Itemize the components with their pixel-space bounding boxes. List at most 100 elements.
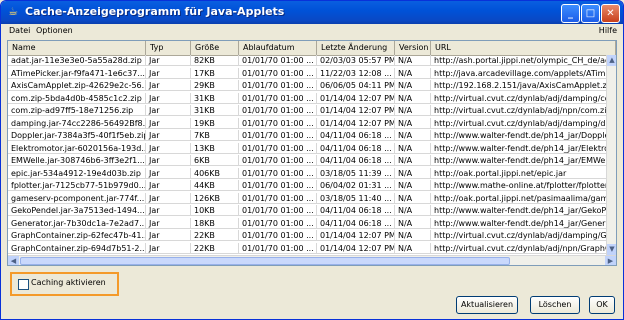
scroll-down-icon[interactable]: ▼	[607, 244, 616, 255]
table-row[interactable]: damping.jar-74cc2286-56492Bf8... Jar 19KB 0…	[8, 117, 616, 129]
table-cell: 01/01/70 01:00 ...	[239, 230, 317, 241]
menu-bar: Datei Optionen Hilfe	[1, 24, 623, 39]
table-cell: 01/01/70 01:00 ...	[239, 142, 317, 154]
table-cell: fplotter.jar-7125cb77-51b979d0...	[8, 180, 146, 191]
table-row[interactable]: gameserv-pcomponent.jar-774f... Jar 126KB 0…	[8, 192, 616, 204]
table-cell: http://oak.portal.jippi.net/epic.jar	[431, 167, 616, 179]
table-cell: http://oak.portal.jippi.net/pasimaalima/…	[431, 192, 616, 204]
table-cell: 03/18/05 11:39 ...	[317, 167, 395, 179]
table-cell: 406KB	[191, 167, 239, 179]
table-cell: GraphContainer.zip-694d7b51-2...	[8, 242, 146, 254]
table-cell: Jar	[146, 192, 191, 204]
table-cell: http://virtual.cvut.cz/dynlab/adj/npn/Gr…	[431, 242, 616, 254]
table-cell: epic.jar-534a4912-19e4d03b.zip	[8, 167, 146, 179]
table-cell: http://www.walter-fendt.de/ph14_jar/Dopp…	[431, 130, 616, 141]
column-header[interactable]: Letzte Änderung	[317, 41, 395, 55]
table-row[interactable]: Generator.jar-7b30dc1a-7e2ad7... Jar 18KB 0…	[8, 217, 616, 229]
scroll-up-icon[interactable]: ▲	[607, 55, 616, 66]
table-cell: 01/01/70 01:00 ...	[239, 130, 317, 141]
table-cell: 22KB	[191, 242, 239, 254]
table-row[interactable]: GekoPendel.jar-3a7513ed-1494... Jar 10KB 01…	[8, 205, 616, 216]
table-cell: GekoPendel.jar-3a7513ed-1494...	[8, 205, 146, 216]
table-cell: N/A	[395, 105, 431, 116]
table-cell: 126KB	[191, 192, 239, 204]
table-cell: N/A	[395, 130, 431, 141]
table-cell: 44KB	[191, 180, 239, 191]
table-row[interactable]: com.zip-5bda4d0b-4585c1c2.zip Jar 31KB 01/0…	[8, 92, 616, 104]
column-header[interactable]: Ablaufdatum	[239, 41, 317, 55]
table-row[interactable]: epic.jar-534a4912-19e4d03b.zip Jar 406KB 01…	[8, 167, 616, 179]
table-row[interactable]: ATimePicker.jar-f9fa471-1e6c37... Jar 17KB…	[8, 67, 616, 79]
table-cell: Jar	[146, 80, 191, 91]
table-cell: Jar	[146, 167, 191, 179]
table-row[interactable]: AxisCamApplet.zip-42629e2c-56... Jar 29KB 0…	[8, 80, 616, 91]
table-cell: 02/03/03 05:57 PM	[317, 55, 395, 66]
table-cell: 03/18/05 11:40 ...	[317, 192, 395, 204]
column-header[interactable]: Version	[395, 41, 431, 55]
table-row[interactable]: GraphContainer.zip-694d7b51-2... Jar 22KB 0…	[8, 242, 616, 254]
table-cell: 01/14/04 12:07 PM	[317, 92, 395, 104]
scroll-left-icon[interactable]: ◀	[8, 256, 19, 265]
column-header[interactable]: Typ	[146, 41, 191, 55]
table-cell: http://192.168.2.151/java/AxisCamApplet.…	[431, 80, 616, 91]
table-cell: 04/11/04 06:18 ...	[317, 155, 395, 166]
column-header[interactable]: Größe	[191, 41, 239, 55]
refresh-button[interactable]: Aktualisieren	[456, 296, 518, 314]
menu-help[interactable]: Hilfe	[599, 26, 617, 35]
vertical-scrollbar[interactable]: ▲ ▼	[606, 55, 616, 255]
table-cell: Jar	[146, 105, 191, 116]
table-cell: Doppler.jar-7384a3f5-40f1f5eb.zip	[8, 130, 146, 141]
table-cell: Elektromotor.jar-6020156a-193d...	[8, 142, 146, 154]
scroll-thumb[interactable]	[20, 257, 510, 265]
table-cell: com.zip-5bda4d0b-4585c1c2.zip	[8, 92, 146, 104]
table-row[interactable]: Elektromotor.jar-6020156a-193d... Jar 13KB…	[8, 142, 616, 154]
table-cell: N/A	[395, 205, 431, 216]
table-cell: 04/11/04 06:18 ...	[317, 130, 395, 141]
table-cell: N/A	[395, 92, 431, 104]
title-bar[interactable]: ☕ Cache-Anzeigeprogramm für Java-Applets…	[1, 1, 623, 24]
table-cell: 01/01/70 01:00 ...	[239, 180, 317, 191]
menu-options[interactable]: Optionen	[36, 26, 73, 35]
ok-button[interactable]: OK	[589, 296, 615, 314]
main-window: ☕ Cache-Anzeigeprogramm für Java-Applets…	[0, 0, 624, 320]
table-cell: gameserv-pcomponent.jar-774f...	[8, 192, 146, 204]
table-row[interactable]: Doppler.jar-7384a3f5-40f1f5eb.zip Jar 7KB 0…	[8, 130, 616, 141]
minimize-button[interactable]: _	[561, 4, 580, 23]
table-row[interactable]: fplotter.jar-7125cb77-51b979d0... Jar 44KB…	[8, 180, 616, 191]
table-cell: adat.jar-11e3e3e0-5a55a28d.zip	[8, 55, 146, 66]
table-cell: 31KB	[191, 92, 239, 104]
scroll-right-icon[interactable]: ▶	[605, 256, 616, 265]
table-row[interactable]: GraphContainer.zip-62fec47b-41... Jar 22KB…	[8, 230, 616, 241]
table-cell: N/A	[395, 180, 431, 191]
table-row[interactable]: adat.jar-11e3e3e0-5a55a28d.zip Jar 82KB 01/…	[8, 55, 616, 66]
maximize-button[interactable]: □	[581, 4, 600, 23]
table-row[interactable]: com.zip-ad97ff5-18e71256.zip Jar 31KB 01/01…	[8, 105, 616, 116]
horizontal-scrollbar[interactable]: ◀ ▶	[8, 255, 616, 265]
column-header[interactable]: URL	[431, 41, 616, 55]
delete-button[interactable]: Löschen	[530, 296, 580, 314]
table-cell: 01/01/70 01:00 ...	[239, 242, 317, 254]
table-cell: 01/01/70 01:00 ...	[239, 55, 317, 66]
table-cell: http://ash.portal.jippi.net/olympic_CH_d…	[431, 55, 616, 66]
table-cell: http://www.walter-fendt.de/ph14_jar/Geko…	[431, 205, 616, 216]
table-cell: 01/01/70 01:00 ...	[239, 217, 317, 229]
table-cell: GraphContainer.zip-62fec47b-41...	[8, 230, 146, 241]
table-cell: 01/01/70 01:00 ...	[239, 117, 317, 129]
table-cell: 01/14/04 12:07 PM	[317, 230, 395, 241]
table-cell: 01/01/70 01:00 ...	[239, 205, 317, 216]
table-cell: 19KB	[191, 117, 239, 129]
column-header[interactable]: Name	[8, 41, 146, 55]
menu-file[interactable]: Datei	[9, 26, 30, 35]
table-cell: N/A	[395, 242, 431, 254]
table-cell: 01/14/04 12:07 PM	[317, 105, 395, 116]
table-cell: N/A	[395, 167, 431, 179]
table-cell: Jar	[146, 67, 191, 79]
table-cell: 01/14/04 12:07 PM	[317, 242, 395, 254]
table-cell: 13KB	[191, 142, 239, 154]
table-row[interactable]: EMWelle.jar-308746b6-3ff3e2f1... Jar 6KB 01…	[8, 155, 616, 166]
table-cell: Jar	[146, 217, 191, 229]
table-cell: http://www.walter-fendt.de/ph14_jar/Elek…	[431, 142, 616, 154]
close-button[interactable]: ✕	[601, 4, 620, 23]
table-cell: Jar	[146, 117, 191, 129]
table-cell: N/A	[395, 192, 431, 204]
